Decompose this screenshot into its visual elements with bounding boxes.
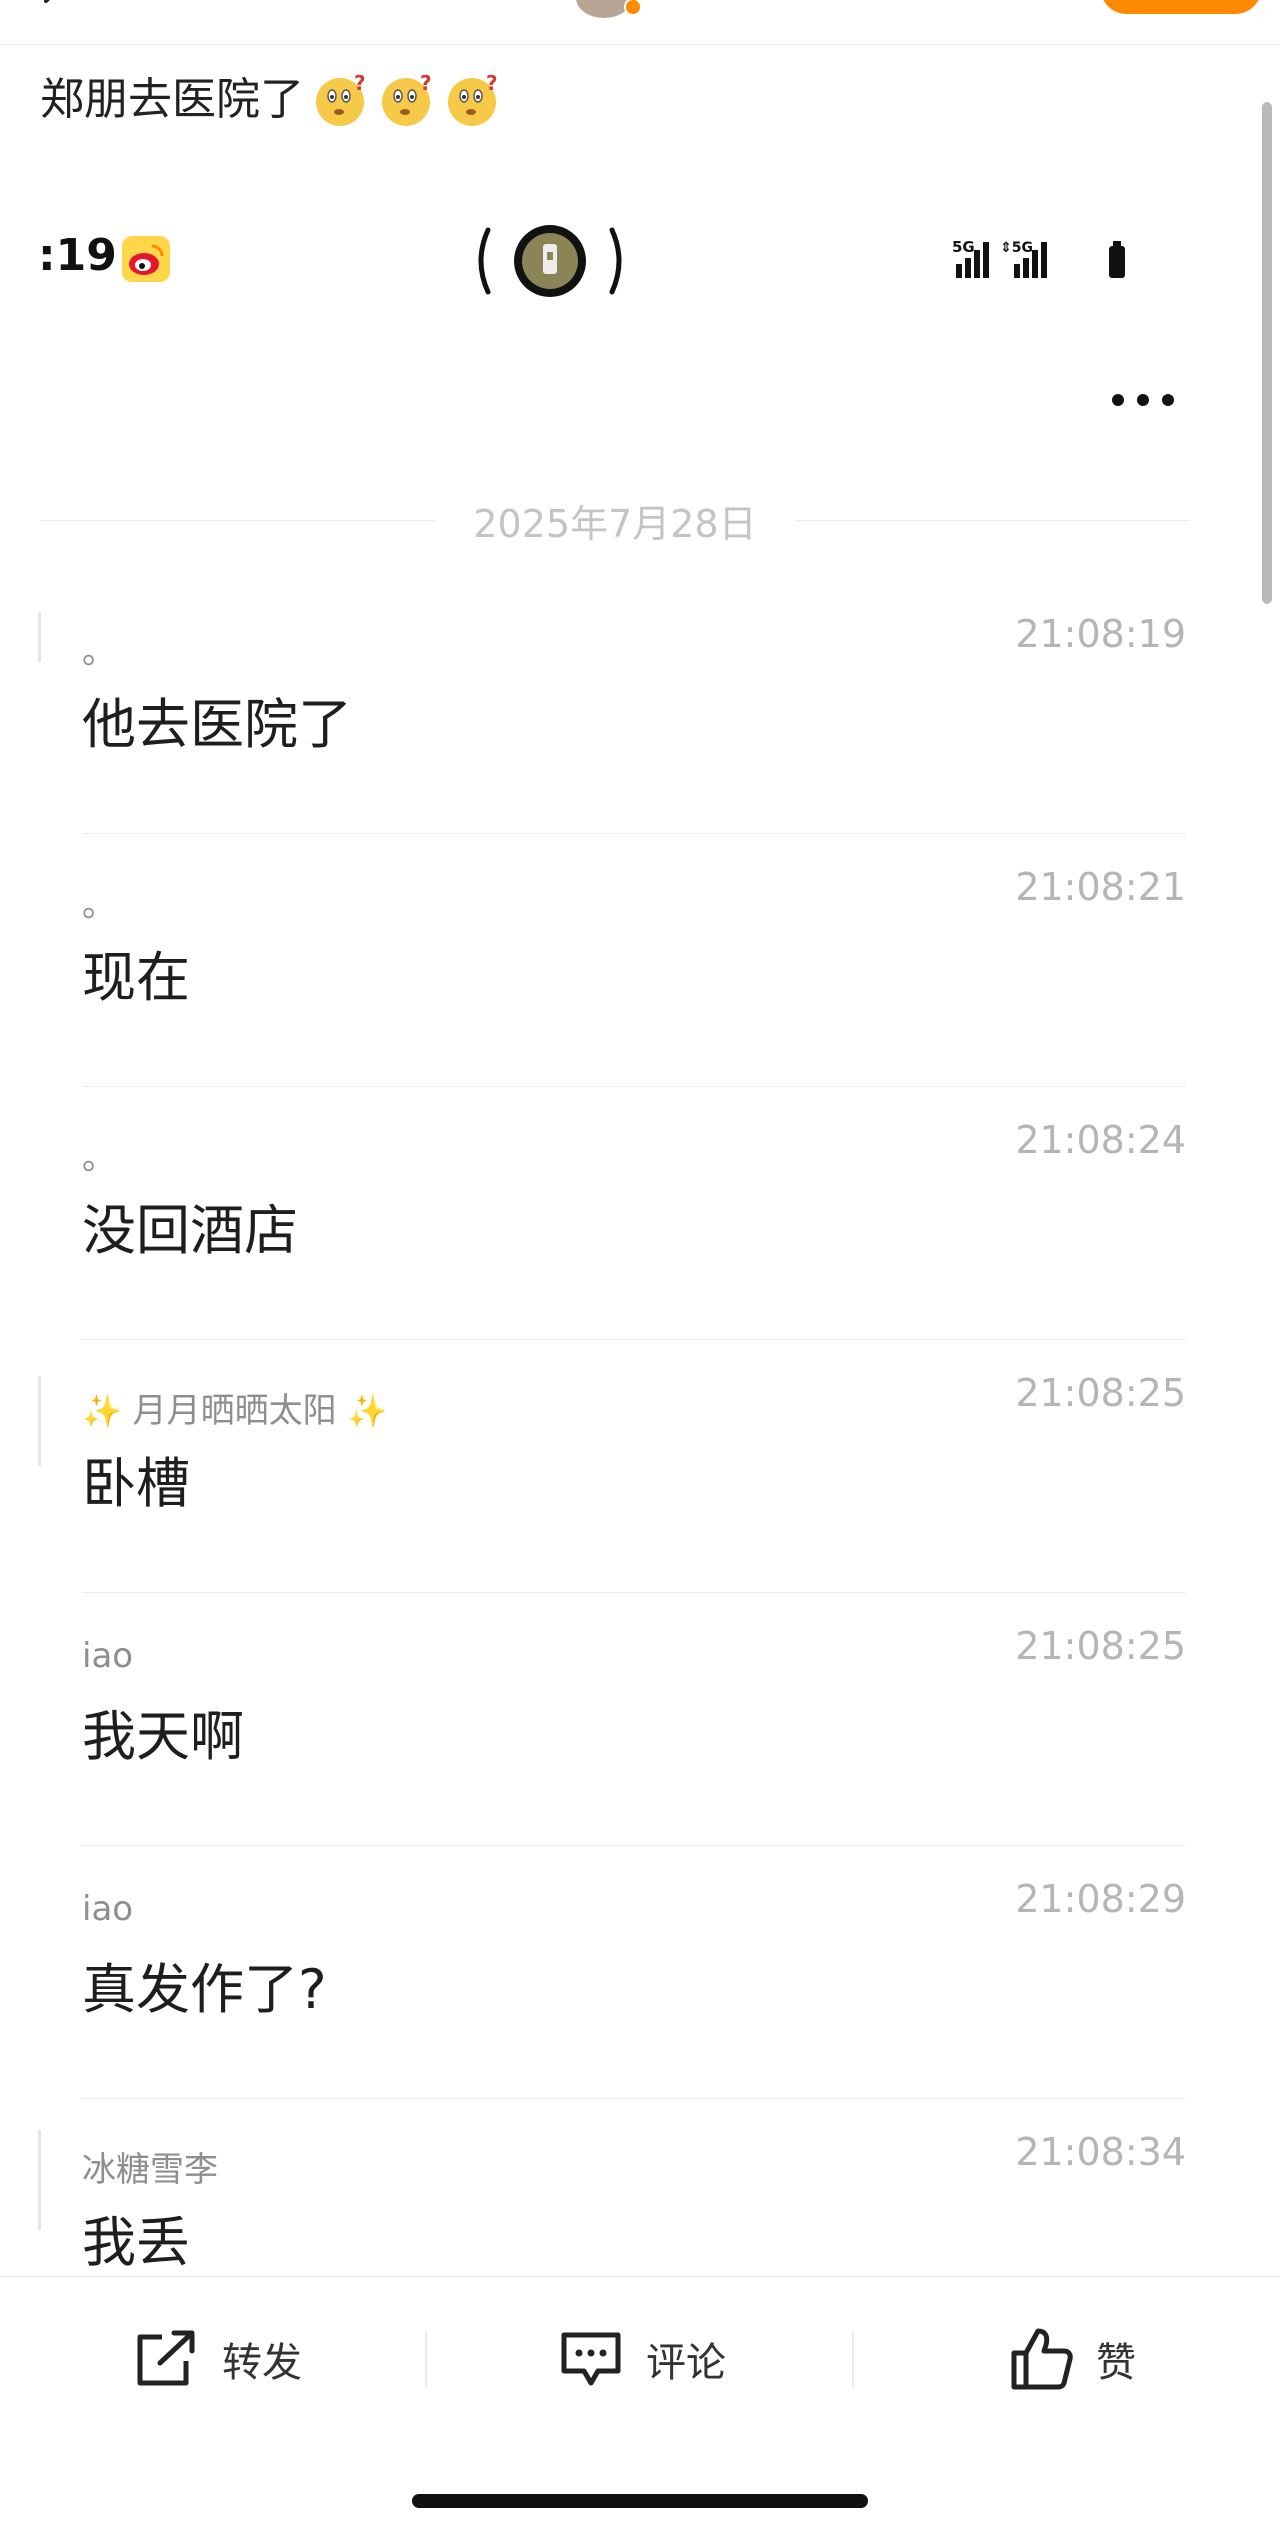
list-item: iao 21:08:25 我天啊 [82,1594,1186,1846]
message-text: 我天啊 [82,1705,244,1768]
message-text: 没回酒店 [82,1199,298,1262]
message-text: 真发作了? [82,1958,327,2021]
post-text: 郑朋去医院了 [40,74,304,125]
list-item: ✨ 月月晒晒太阳 ✨ 21:08:25 卧槽 [82,1341,1186,1593]
screenshot-status-time: :19 [38,230,117,281]
list-item: 。 21:08:19 他去医院了 [82,582,1186,834]
follow-button[interactable] [1100,0,1262,14]
message-sender: iao [82,1636,134,1676]
date-separator-label: 2025年7月28日 [473,501,757,546]
svg-text:?: ? [354,72,366,95]
scrollbar[interactable] [1262,102,1272,604]
divider [852,2331,854,2387]
sparkle-icon: ✨ [347,1392,388,1430]
message-time: 21:08:25 [1015,1624,1186,1668]
thinking-face-icon: ? [380,71,436,128]
message-time: 21:08:21 [1015,865,1186,909]
svg-text:?: ? [486,72,498,95]
divider [40,519,436,521]
action-bar: 转发 评论 赞 [0,2276,1280,2438]
message-text: 卧槽 [82,1452,190,1515]
sparkle-icon: ✨ [82,1392,122,1430]
svg-text:5G: 5G [952,238,975,256]
message-sender: 。 [82,885,116,925]
list-item: iao 21:08:29 真发作了? [82,1847,1186,2099]
chevron-left-icon[interactable] [38,0,68,16]
svg-text:?: ? [420,72,432,95]
divider [425,2331,427,2387]
signal-5g-icon: 5G ⇕5G [952,238,1125,278]
weibo-icon [122,236,170,282]
repost-label: 转发 [222,2340,302,2386]
message-sender: 冰糖雪李 [82,2150,218,2190]
thinking-face-icon: ? [314,71,370,128]
home-indicator [412,2494,868,2508]
date-separator: 2025年7月28日 [40,495,1190,546]
flashlight-icon [478,225,622,297]
comment-label: 评论 [646,2340,726,2386]
message-sender-label: 月月晒晒太阳 [132,1391,337,1431]
thinking-face-icon: ? [446,71,502,128]
like-label: 赞 [1096,2340,1136,2386]
divider [794,519,1190,521]
message-time: 21:08:34 [1015,2130,1186,2174]
thumbs-up-icon [1011,2328,1073,2390]
share-icon [137,2330,195,2386]
message-time: 21:08:29 [1015,1877,1186,1921]
message-sender: iao [82,1889,134,1929]
message-sender: 。 [82,1138,116,1178]
post-body: 郑朋去医院了 ? ? ? [40,68,502,132]
message-sender: 。 [82,632,116,672]
list-item: 。 21:08:24 没回酒店 [82,1088,1186,1340]
top-nav-bar [0,0,1280,45]
divider [38,2130,41,2230]
message-text: 他去医院了 [82,693,352,756]
repost-button[interactable]: 转发 [132,2327,302,2391]
message-time: 21:08:24 [1015,1118,1186,1162]
more-options-icon[interactable] [1108,390,1178,410]
message-text: 现在 [82,946,190,1009]
comment-button[interactable]: 评论 [558,2327,726,2391]
message-time: 21:08:25 [1015,1371,1186,1415]
message-text: 我丢 [82,2211,190,2274]
list-item: 。 21:08:21 现在 [82,835,1186,1087]
divider [38,1376,41,1466]
comment-icon [561,2332,621,2386]
like-button[interactable]: 赞 [1008,2327,1136,2391]
message-sender: ✨ 月月晒晒太阳 ✨ [82,1383,387,1432]
message-time: 21:08:19 [1015,612,1186,656]
divider [38,612,41,662]
svg-text:⇕5G: ⇕5G [1000,240,1033,256]
verified-badge-icon [624,0,642,16]
